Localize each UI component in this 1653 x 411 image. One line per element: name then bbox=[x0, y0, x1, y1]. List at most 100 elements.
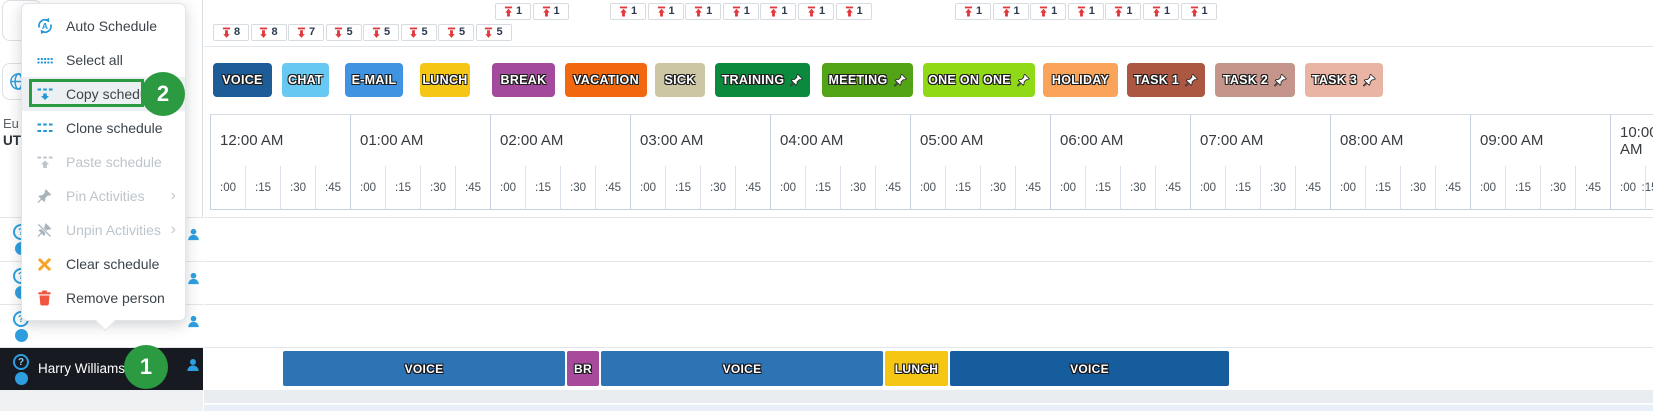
staffing-badge: 1 bbox=[1068, 3, 1104, 20]
activity-button-holiday[interactable]: HOLIDAY bbox=[1043, 63, 1118, 97]
staffing-badge: 1 bbox=[1181, 3, 1217, 20]
schedule-bar-label: LUNCH bbox=[895, 362, 939, 376]
staffing-badge: 1 bbox=[760, 3, 796, 20]
activity-label: VOICE bbox=[222, 73, 262, 87]
person-icon bbox=[186, 314, 202, 330]
pin-icon bbox=[790, 74, 803, 87]
activity-button-sick[interactable]: SICK bbox=[655, 63, 705, 97]
quarter-label: :45 bbox=[465, 182, 481, 194]
quarter-header-cell: :15 bbox=[385, 166, 420, 210]
hour-header-cell: 02:00 AM bbox=[490, 114, 630, 166]
timezone-utc-label: UT bbox=[3, 133, 21, 148]
staffing-badge: 1 bbox=[798, 3, 834, 20]
quarter-header-cell: :15 bbox=[1645, 166, 1653, 210]
hour-header-cell: 01:00 AM bbox=[350, 114, 490, 166]
quarter-header-cell: :45 bbox=[875, 166, 910, 210]
activity-button-break[interactable]: BREAK bbox=[492, 63, 555, 97]
person-row-selected[interactable]: ? Harry Williams bbox=[0, 347, 203, 390]
quarter-label: :00 bbox=[220, 182, 236, 194]
activity-button-task-3[interactable]: TASK 3 bbox=[1305, 63, 1383, 97]
schedule-bar-voice[interactable]: VOICE bbox=[283, 351, 565, 386]
hour-header-cell: 09:00 AM bbox=[1470, 114, 1610, 166]
quarter-label: :45 bbox=[1025, 182, 1041, 194]
pin-icon bbox=[894, 74, 907, 87]
quarter-header-cell: :15 bbox=[1225, 166, 1260, 210]
horizontal-scrollbar[interactable] bbox=[204, 390, 1653, 403]
quarter-header-cell: :45 bbox=[595, 166, 630, 210]
hour-header-cell: 12:00 AM bbox=[210, 114, 350, 166]
activity-button-task-1[interactable]: TASK 1 bbox=[1127, 63, 1205, 97]
hour-label: 04:00 AM bbox=[780, 132, 843, 149]
quarter-header-cell: :15 bbox=[945, 166, 980, 210]
quarter-label: :30 bbox=[1270, 182, 1286, 194]
quarter-header-cell: :45 bbox=[1155, 166, 1190, 210]
hour-header-cell: 06:00 AM bbox=[1050, 114, 1190, 166]
trash-icon bbox=[35, 289, 54, 308]
hour-label: 08:00 AM bbox=[1340, 132, 1403, 149]
menu-item-label: Pin Activities bbox=[66, 188, 145, 204]
schedule-bar-voice[interactable]: VOICE bbox=[950, 351, 1229, 386]
activity-button-training[interactable]: TRAINING bbox=[715, 63, 810, 97]
menu-item-remove-person[interactable]: Remove person bbox=[22, 281, 185, 315]
hour-label: 06:00 AM bbox=[1060, 132, 1123, 149]
quarter-header-cell: :00 bbox=[1610, 166, 1645, 210]
schedule-bar-label: VOICE bbox=[723, 362, 762, 376]
quarter-header-cell: :00 bbox=[210, 166, 245, 210]
staffing-badge: 1 bbox=[1105, 3, 1141, 20]
quarter-label: :15 bbox=[1515, 182, 1531, 194]
menu-item-label: Paste schedule bbox=[66, 154, 162, 170]
quarter-label: :15 bbox=[675, 182, 691, 194]
hour-header-cell: 05:00 AM bbox=[910, 114, 1050, 166]
quarter-header-cell: :30 bbox=[1540, 166, 1575, 210]
schedule-bar-voice[interactable]: VOICE bbox=[601, 351, 883, 386]
hour-header-cell: 04:00 AM bbox=[770, 114, 910, 166]
schedule-bar-label: VOICE bbox=[405, 362, 444, 376]
activity-button-voice[interactable]: VOICE bbox=[213, 63, 272, 97]
schedule-bar-br[interactable]: BR bbox=[567, 351, 599, 386]
menu-item-paste-schedule[interactable]: Paste schedule bbox=[22, 145, 185, 179]
activity-label: TASK 2 bbox=[1223, 73, 1268, 87]
activity-label: SICK bbox=[664, 73, 695, 87]
quarter-header-cell: :00 bbox=[1050, 166, 1085, 210]
pin-icon bbox=[1363, 74, 1376, 87]
menu-item-label: Remove person bbox=[66, 290, 165, 306]
quarter-header-cell: :45 bbox=[1295, 166, 1330, 210]
menu-item-clear-schedule[interactable]: Clear schedule bbox=[22, 247, 185, 281]
quarter-header-cell: :45 bbox=[735, 166, 770, 210]
quarter-label: :45 bbox=[1165, 182, 1181, 194]
quarter-header-cell: :30 bbox=[560, 166, 595, 210]
quarter-header-cell: :15 bbox=[1505, 166, 1540, 210]
quarter-label: :45 bbox=[1585, 182, 1601, 194]
paste-schedule-icon bbox=[35, 153, 54, 172]
menu-item-label: Unpin Activities bbox=[66, 222, 161, 238]
quarter-label: :00 bbox=[1340, 182, 1356, 194]
quarter-label: :00 bbox=[780, 182, 796, 194]
schedule-bar-lunch[interactable]: LUNCH bbox=[885, 351, 948, 386]
grid-row-line bbox=[204, 261, 1653, 262]
activity-button-lunch[interactable]: LUNCH bbox=[420, 63, 470, 97]
staffing-badge: 1 bbox=[1030, 3, 1066, 20]
activity-button-one-on-one[interactable]: ONE ON ONE bbox=[923, 63, 1035, 97]
activity-button-vacation[interactable]: VACATION bbox=[565, 63, 647, 97]
activity-button-meeting[interactable]: MEETING bbox=[822, 63, 913, 97]
menu-item-clone-schedule[interactable]: Clone schedule bbox=[22, 111, 185, 145]
menu-item-pin-activities[interactable]: Pin Activities› bbox=[22, 179, 185, 213]
menu-item-label: Clone schedule bbox=[66, 120, 163, 136]
quarter-header-cell: :00 bbox=[770, 166, 805, 210]
status-dot-icon bbox=[15, 372, 28, 385]
quarter-label: :15 bbox=[255, 182, 271, 194]
activity-button-chat[interactable]: CHAT bbox=[282, 63, 329, 97]
activity-button-task-2[interactable]: TASK 2 bbox=[1215, 63, 1295, 97]
quarter-header-cell: :00 bbox=[350, 166, 385, 210]
activity-button-e-mail[interactable]: E-MAIL bbox=[345, 63, 403, 97]
staffing-badge: 5 bbox=[401, 24, 437, 41]
quarter-label: :30 bbox=[1550, 182, 1566, 194]
menu-item-unpin-activities[interactable]: Unpin Activities› bbox=[22, 213, 185, 247]
menu-item-label: Select all bbox=[66, 52, 123, 68]
staffing-badge: 5 bbox=[363, 24, 399, 41]
staffing-badge: 1 bbox=[648, 3, 684, 20]
quarter-label: :00 bbox=[500, 182, 516, 194]
menu-item-auto-schedule[interactable]: AAuto Schedule bbox=[22, 9, 185, 43]
quarter-header-cell: :30 bbox=[420, 166, 455, 210]
activity-label: E-MAIL bbox=[352, 73, 397, 87]
